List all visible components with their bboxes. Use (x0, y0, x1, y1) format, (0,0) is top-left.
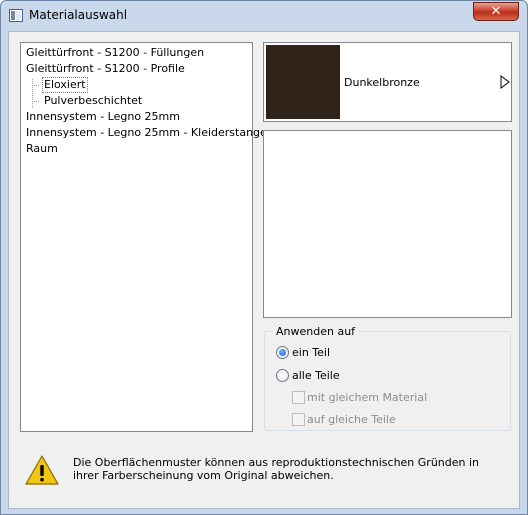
tree-item-kleiderstange[interactable]: Innensystem - Legno 25mm - Kleiderstange (26, 126, 267, 140)
checkbox-same-parts[interactable] (292, 413, 305, 426)
tree-item-profile[interactable]: Gleittürfront - S1200 - Profile (26, 62, 185, 76)
tree-item-pulverbeschichtet[interactable]: Pulverbeschichtet (44, 94, 142, 108)
material-swatch (266, 45, 340, 119)
apply-to-legend: Anwenden auf (273, 325, 359, 338)
apply-to-group: Anwenden auf ein Teil alle Teile mit gle… (264, 325, 511, 431)
window-app-icon (9, 9, 23, 22)
checkbox-same-material-label[interactable]: mit gleichem Material (307, 391, 427, 404)
tree-item-eloxiert[interactable]: Eloxiert (42, 77, 88, 93)
material-tree[interactable]: Gleittürfront - S1200 - Füllungen Gleitt… (20, 42, 267, 432)
close-icon: ✕ (490, 4, 502, 19)
radio-one-part[interactable] (276, 346, 289, 359)
checkbox-same-parts-label[interactable]: auf gleiche Teile (307, 413, 396, 426)
material-preview (263, 130, 512, 318)
radio-all-parts-label[interactable]: alle Teile (292, 369, 340, 382)
notice-text: Die Oberflächenmuster können aus reprodu… (73, 456, 480, 482)
window-title: Materialauswahl (29, 8, 128, 22)
tree-item-raum[interactable]: Raum (26, 142, 58, 156)
tree-item-fuellungen[interactable]: Gleittürfront - S1200 - Füllungen (26, 46, 204, 60)
radio-one-part-label[interactable]: ein Teil (292, 346, 330, 359)
tree-item-innensystem[interactable]: Innensystem - Legno 25mm (26, 110, 180, 124)
material-selection-window: Materialauswahl ✕ Gleittürfront - S1200 … (0, 0, 528, 515)
title-bar[interactable]: Materialauswahl ✕ (1, 1, 527, 29)
dialog-client-area: Gleittürfront - S1200 - Füllungen Gleitt… (8, 31, 520, 509)
tree-connector (32, 85, 39, 86)
tree-connector (32, 79, 33, 108)
close-button[interactable]: ✕ (473, 2, 519, 21)
checkbox-same-material[interactable] (292, 391, 305, 404)
tree-connector (32, 101, 39, 102)
material-name: Dunkelbronze (344, 76, 420, 89)
triangle-right-icon[interactable] (500, 75, 510, 89)
material-swatch-panel[interactable]: Dunkelbronze (263, 42, 512, 122)
radio-all-parts[interactable] (276, 369, 289, 382)
warning-icon (25, 455, 59, 485)
